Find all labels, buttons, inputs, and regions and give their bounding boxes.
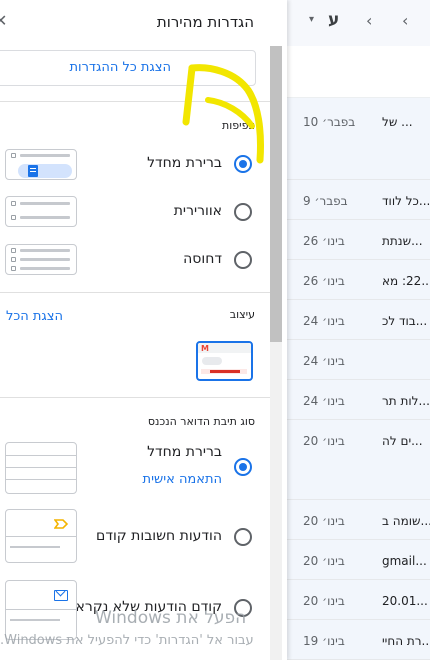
inbox-customize-link[interactable]: התאמה אישית [143, 472, 222, 487]
mail-snippet: ...22: מא [382, 274, 430, 288]
mail-snippet: ...לות תר [382, 394, 430, 408]
thumb-checkbox-icon [11, 153, 16, 158]
thumb-checkbox-icon [11, 201, 16, 206]
panel-header: הגדרות מהירות ✕ [0, 0, 270, 46]
density-compact-thumbnail[interactable] [5, 244, 77, 275]
mail-list-header [287, 46, 430, 98]
mail-snippet: ...שנתת [382, 234, 423, 248]
theme-section-label: עיצוב [229, 308, 255, 321]
mail-list: 10 בפבר׳ ... של 9 בפבר׳ ...כל לווד 26 בי… [287, 98, 430, 660]
mail-row[interactable]: 24 בינו׳ ...בוד לכ [287, 300, 430, 340]
mail-date: 24 בינו׳ [303, 354, 345, 368]
mail-row[interactable]: 20 בינו׳ ...שומה ב [287, 500, 430, 540]
mail-snippet: ...ים לה [382, 434, 423, 448]
thumb-checkbox-icon [11, 266, 16, 271]
inbox-default-thumbnail[interactable] [5, 442, 77, 494]
mail-row[interactable]: 20 בינו׳ ...ים לה [287, 420, 430, 500]
mail-row[interactable]: 26 בינו׳ ...שנתת [287, 220, 430, 260]
older-page-icon[interactable]: ‹ [402, 11, 408, 30]
mail-date: 24 בינו׳ [303, 314, 345, 328]
mail-row[interactable]: 20 בינו׳ ...20.01 [287, 580, 430, 620]
mail-snippet: ...כל לווד [382, 194, 430, 208]
theme-thumb-compose [202, 357, 222, 365]
thumb-line [20, 249, 70, 252]
mail-row[interactable]: 26 בינו׳ ...22: מא [287, 260, 430, 300]
mail-row[interactable]: 9 בפבר׳ ...כל לווד [287, 180, 430, 220]
inbox-important-first-radio[interactable] [234, 528, 252, 546]
density-compact-radio[interactable] [234, 251, 252, 269]
mail-date: 20 בינו׳ [303, 554, 345, 568]
thumb-checkbox-icon [11, 248, 16, 253]
windows-activation-subtitle: עבור אל 'הגדרות' כדי להפעיל את Windows. [0, 633, 254, 648]
mail-date: 9 בפבר׳ [303, 194, 348, 208]
mail-snippet: ...רת החיי [382, 634, 430, 648]
thumb-line [6, 467, 76, 468]
mail-row[interactable]: 24 בינו׳ ...לות תר [287, 380, 430, 420]
mail-date: 20 בינו׳ [303, 594, 345, 608]
thumb-line [6, 455, 76, 456]
inbox-default-label: ברירת מחדל [147, 444, 222, 460]
thumb-line [20, 258, 70, 261]
mail-row[interactable]: 20 בינו׳ ...gmail [287, 540, 430, 580]
mail-date: 20 בינו׳ [303, 514, 345, 528]
mail-snippet: ...20.01 [382, 594, 428, 608]
thumb-line [20, 216, 70, 219]
mail-snippet: ... של [382, 115, 413, 129]
scrollbar-thumb[interactable] [270, 46, 282, 342]
mail-date: 20 בינו׳ [303, 434, 345, 448]
mail-date: 24 בינו׳ [303, 394, 345, 408]
density-comfortable-radio[interactable] [234, 203, 252, 221]
annotation-arrow-icon [182, 64, 264, 164]
thumb-attachment-chip [18, 164, 72, 178]
input-language-button[interactable]: ע [328, 10, 339, 30]
gmail-logo-icon: M [201, 344, 209, 353]
newer-page-icon[interactable]: ‹ [366, 11, 372, 30]
thumb-line [10, 546, 60, 548]
theme-thumbnail[interactable]: M [196, 341, 253, 381]
density-comfortable-thumbnail[interactable] [5, 196, 77, 227]
thumb-line [6, 536, 76, 537]
important-marker-icon [54, 519, 68, 529]
thumb-line [10, 619, 60, 621]
mail-date: 10 בפבר׳ [303, 115, 356, 129]
density-compact-label: דחוסה [183, 251, 222, 267]
density-default-thumbnail[interactable] [5, 149, 77, 180]
inbox-type-section-label: סוג תיבת הדואר הנכנס [147, 415, 255, 428]
windows-activation-title: הפעל את Windows [95, 608, 247, 628]
mail-row[interactable]: 19 בינו׳ ...רת החיי [287, 620, 430, 660]
mail-snippet: ...שומה ב [382, 514, 430, 528]
inbox-default-radio[interactable] [234, 458, 252, 476]
mail-date: 26 בינו׳ [303, 234, 345, 248]
thumb-line [6, 479, 76, 480]
envelope-icon [54, 590, 68, 601]
mail-snippet: ...בוד לכ [382, 314, 428, 328]
theme-view-all-link[interactable]: הצגת הכל [6, 309, 63, 324]
mail-date: 26 בינו׳ [303, 274, 345, 288]
mail-snippet: ...gmail [382, 554, 427, 568]
theme-thumb-row-accent [210, 370, 240, 373]
show-all-settings-label: הצגת כל ההגדרות [69, 60, 172, 75]
thumb-checkbox-icon [11, 257, 16, 262]
thumb-line [20, 154, 70, 157]
mail-row[interactable]: 24 בינו׳ [287, 340, 430, 380]
inbox-important-first-thumbnail[interactable] [5, 509, 77, 563]
thumb-line [20, 202, 70, 205]
density-comfortable-label: אוורירית [173, 203, 222, 219]
document-icon [28, 165, 38, 177]
divider [0, 292, 270, 293]
thumb-line [20, 267, 70, 270]
thumb-checkbox-icon [11, 215, 16, 220]
thumb-line [6, 609, 76, 610]
inbox-unread-first-thumbnail[interactable] [5, 580, 77, 640]
mail-date: 19 בינו׳ [303, 634, 345, 648]
close-icon[interactable]: ✕ [0, 11, 7, 30]
divider [0, 397, 270, 398]
inbox-important-first-label: הודעות חשובות קודם [96, 528, 222, 544]
mail-row[interactable]: 10 בפבר׳ ... של [287, 98, 430, 180]
page-title: הגדרות מהירות [156, 13, 254, 31]
chevron-down-icon[interactable]: ▾ [309, 14, 314, 25]
